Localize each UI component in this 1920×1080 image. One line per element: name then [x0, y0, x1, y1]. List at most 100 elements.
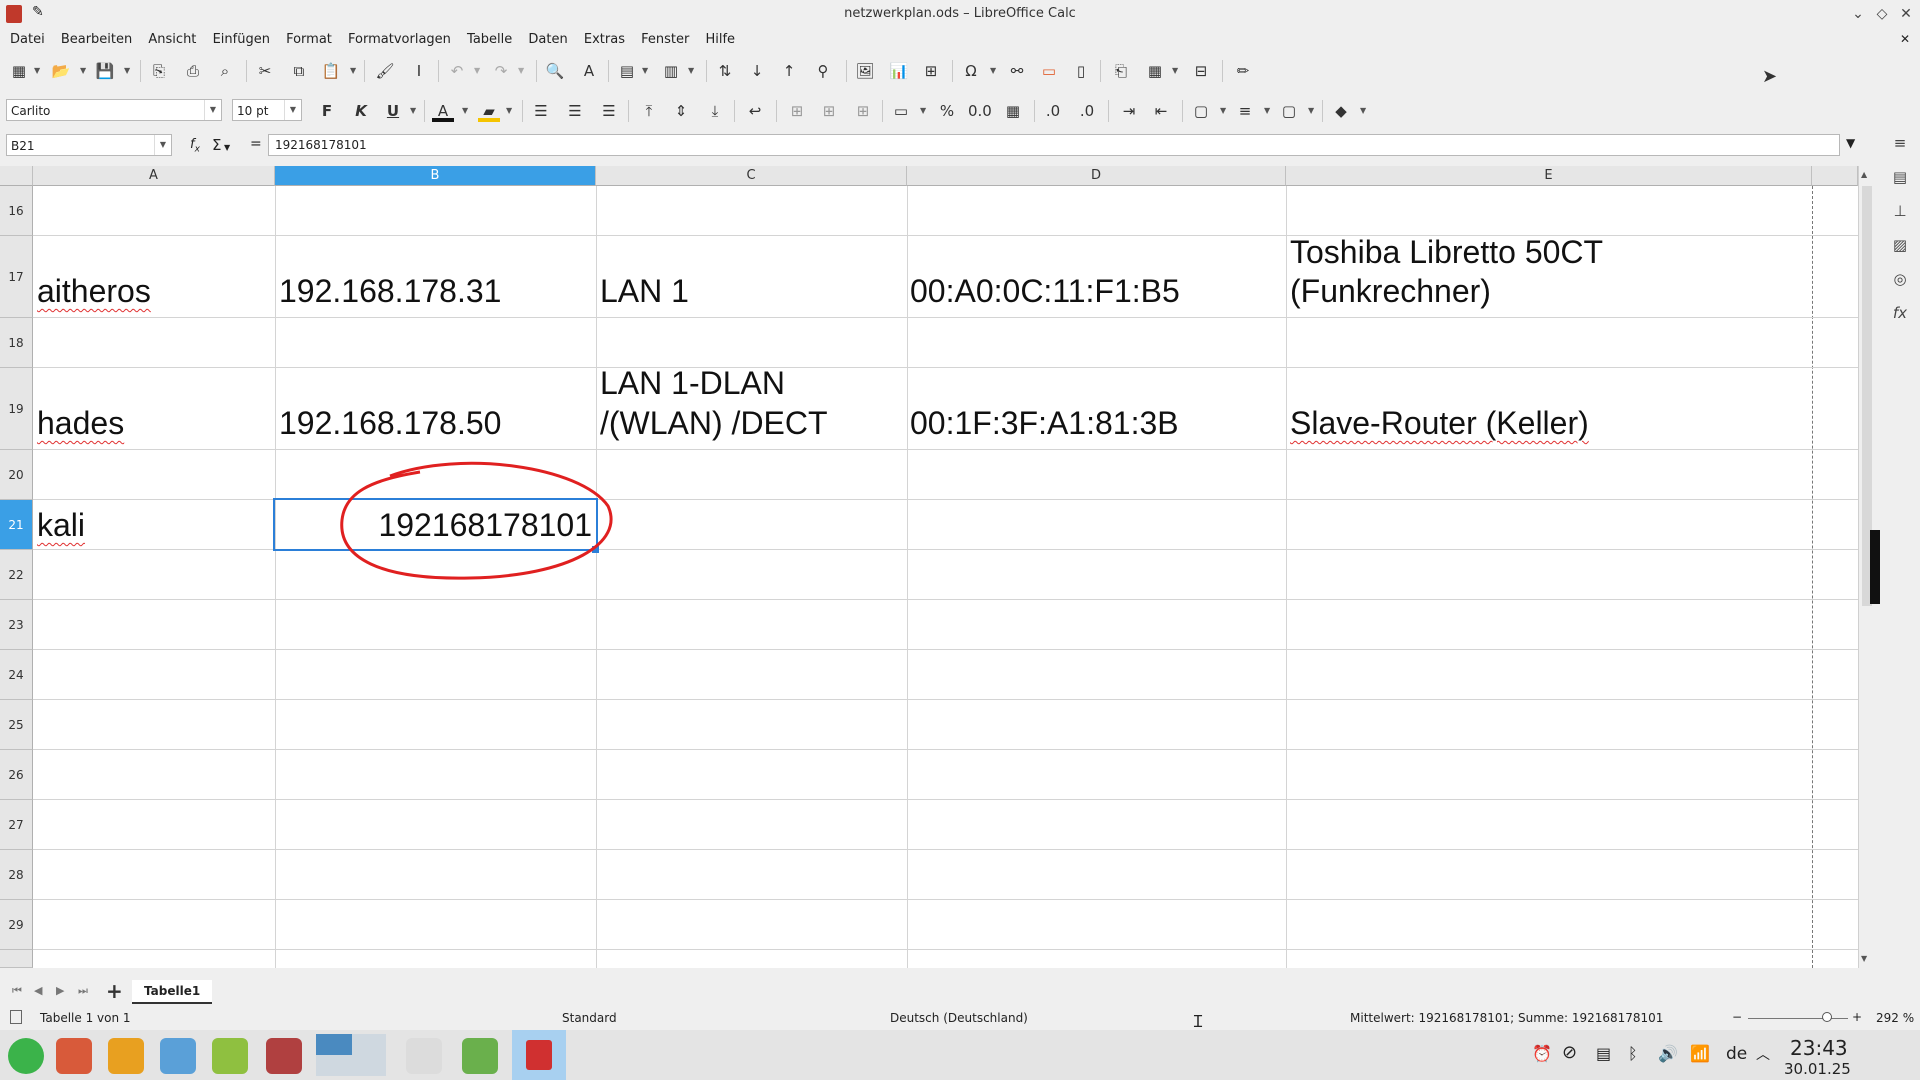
border-style-dropdown[interactable]: ▼ — [1264, 106, 1270, 115]
define-print-area-icon[interactable]: ⎗ — [1110, 60, 1132, 82]
zoom-out-icon[interactable]: − — [1732, 1010, 1742, 1024]
menu-tabelle[interactable]: Tabelle — [467, 28, 512, 52]
currency-format-icon[interactable]: ▭ — [890, 100, 912, 122]
sum-icon[interactable]: Σ ▼ — [212, 136, 230, 154]
save-dropdown[interactable]: ▼ — [124, 66, 130, 75]
row-header-16[interactable]: 16 — [0, 186, 33, 236]
row-header-27[interactable]: 27 — [0, 800, 33, 850]
row-header-19[interactable]: 19 — [0, 368, 33, 450]
special-character-dropdown[interactable]: ▼ — [990, 66, 996, 75]
underline-dropdown[interactable]: ▼ — [410, 106, 416, 115]
gallery-icon[interactable]: ▨ — [1890, 236, 1910, 256]
expand-formula-icon[interactable]: ▼ — [1846, 136, 1855, 150]
align-top-icon[interactable]: ⤒ — [638, 100, 660, 122]
border-style-icon[interactable]: ≡ — [1234, 100, 1256, 122]
sidebar-menu-icon[interactable]: ≡ — [1890, 134, 1910, 154]
font-color-icon[interactable]: A — [432, 100, 454, 122]
zoom-level[interactable]: 292 % — [1876, 1011, 1914, 1025]
row-header-18[interactable]: 18 — [0, 318, 33, 368]
cell-c17[interactable]: LAN 1 — [600, 272, 689, 310]
bold-icon[interactable]: F — [316, 100, 338, 122]
row-header-26[interactable]: 26 — [0, 750, 33, 800]
formula-icon[interactable]: = — [250, 136, 262, 152]
cell-c19-line1[interactable]: LAN 1-DLAN — [600, 364, 785, 402]
cell-a19[interactable]: hades — [37, 404, 124, 442]
tray-expand-icon[interactable]: ︿ — [1756, 1044, 1770, 1064]
border-color-dropdown[interactable]: ▼ — [1308, 106, 1314, 115]
special-character-icon[interactable]: Ω — [960, 60, 982, 82]
align-bottom-icon[interactable]: ⤓ — [704, 100, 726, 122]
language-status[interactable]: Deutsch (Deutschland) — [890, 1011, 1028, 1025]
highlight-color-dropdown[interactable]: ▼ — [506, 106, 512, 115]
last-sheet-icon[interactable]: ⏭ — [78, 984, 88, 998]
freeze-rows-icon[interactable]: ▦ — [1144, 60, 1166, 82]
close-document-icon[interactable]: ✕ — [1900, 32, 1910, 46]
undo-icon[interactable]: ↶ — [446, 60, 468, 82]
font-size-dropdown-icon[interactable]: ▼ — [284, 100, 301, 120]
row-header-17[interactable]: 17 — [0, 236, 33, 318]
row-header-22[interactable]: 22 — [0, 550, 33, 600]
sidebar-collapse-handle[interactable] — [1870, 530, 1880, 604]
split-window-icon[interactable]: ⊟ — [1190, 60, 1212, 82]
settings-icon[interactable] — [212, 1038, 248, 1074]
clipboard-icon[interactable]: ▤ — [1596, 1044, 1611, 1063]
insert-image-icon[interactable]: 🖼 — [854, 60, 876, 82]
previous-sheet-icon[interactable]: ◀ — [34, 984, 42, 997]
font-color-dropdown[interactable]: ▼ — [462, 106, 468, 115]
menu-datei[interactable]: Datei — [10, 28, 45, 52]
cell-a21[interactable]: kali — [37, 506, 85, 544]
menu-format[interactable]: Format — [286, 28, 332, 52]
wrap-text-icon[interactable]: ↩ — [744, 100, 766, 122]
open-icon[interactable]: 📂 — [50, 60, 72, 82]
calc-taskbar-button[interactable] — [512, 1030, 566, 1080]
column-header-b[interactable]: B — [275, 166, 596, 186]
export-pdf-icon[interactable]: ⎘ — [148, 60, 170, 82]
menu-fenster[interactable]: Fenster — [641, 28, 689, 52]
properties-icon[interactable]: ▤ — [1890, 168, 1910, 188]
headers-footers-icon[interactable]: ▯ — [1070, 60, 1092, 82]
cell-d17[interactable]: 00:A0:0C:11:F1:B5 — [910, 272, 1180, 310]
row-icon[interactable]: ▤ — [616, 60, 638, 82]
column-header-c[interactable]: C — [596, 166, 907, 186]
wifi-icon[interactable]: 📶 — [1690, 1044, 1710, 1063]
function-wizard-icon[interactable]: fx — [190, 137, 200, 155]
font-size-box[interactable]: 10 pt ▼ — [232, 99, 302, 121]
workspace-pager[interactable] — [316, 1034, 386, 1076]
column-header-f[interactable] — [1812, 166, 1858, 186]
conditional-format-dropdown[interactable]: ▼ — [1360, 106, 1366, 115]
column-header-e[interactable]: E — [1286, 166, 1812, 186]
highlight-color-icon[interactable]: ▰ — [478, 100, 500, 122]
find-replace-icon[interactable]: 🔍 — [544, 60, 566, 82]
column-dropdown[interactable]: ▼ — [688, 66, 694, 75]
horizontal-scrollbar[interactable] — [8, 970, 1858, 978]
font-name-dropdown-icon[interactable]: ▼ — [204, 100, 221, 120]
cell-b17[interactable]: 192.168.178.31 — [279, 272, 501, 310]
menu-extras[interactable]: Extras — [584, 28, 625, 52]
scroll-up-icon[interactable]: ▲ — [1861, 170, 1867, 179]
menu-bearbeiten[interactable]: Bearbeiten — [61, 28, 132, 52]
row-header-21[interactable]: 21 — [0, 500, 33, 550]
freeze-dropdown[interactable]: ▼ — [1172, 66, 1178, 75]
row-header-20[interactable]: 20 — [0, 450, 33, 500]
percent-format-icon[interactable]: % — [936, 100, 958, 122]
next-sheet-icon[interactable]: ▶ — [56, 984, 64, 997]
close-icon[interactable]: ✕ — [1896, 4, 1916, 24]
cell-e17-line1[interactable]: Toshiba Libretto 50CT — [1290, 233, 1603, 271]
functions-icon[interactable]: fx — [1890, 304, 1910, 324]
start-menu-icon[interactable] — [8, 1038, 44, 1074]
volume-icon[interactable]: 🔊 — [1658, 1044, 1678, 1063]
align-left-icon[interactable]: ☰ — [530, 100, 552, 122]
save-icon[interactable]: 💾 — [94, 60, 116, 82]
delete-decimal-icon[interactable]: .0 — [1076, 100, 1098, 122]
styles-icon[interactable]: ⊥ — [1890, 202, 1910, 222]
column-icon[interactable]: ▥ — [660, 60, 682, 82]
star-app-icon[interactable] — [462, 1038, 498, 1074]
keyboard-layout[interactable]: de — [1726, 1044, 1747, 1064]
clock-time[interactable]: 23:43 — [1790, 1036, 1848, 1060]
open-dropdown[interactable]: ▼ — [80, 66, 86, 75]
sort-descending-icon[interactable]: ↑ — [778, 60, 800, 82]
page-style[interactable]: Standard — [562, 1011, 617, 1025]
add-decimal-icon[interactable]: .0 — [1042, 100, 1064, 122]
corner-select-all[interactable] — [0, 166, 33, 186]
zoom-in-icon[interactable]: + — [1852, 1010, 1862, 1024]
